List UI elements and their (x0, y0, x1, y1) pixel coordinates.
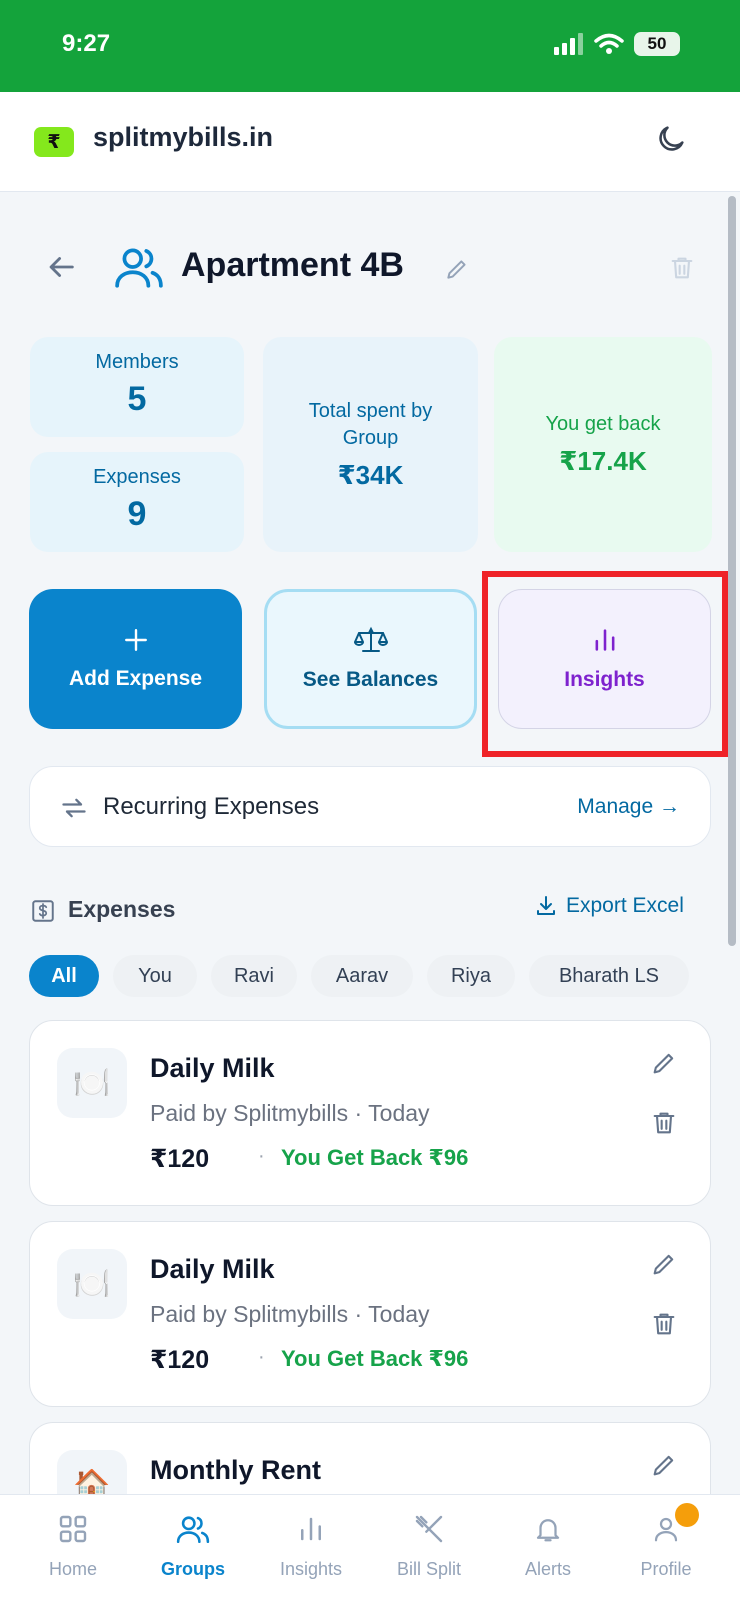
edit-expense-pencil-icon[interactable] (650, 1451, 678, 1479)
dollar-receipt-icon (32, 900, 54, 922)
plate-icon: 🍽️ (57, 1249, 127, 1319)
bell-icon (536, 1519, 560, 1542)
edit-expense-pencil-icon[interactable] (650, 1250, 678, 1278)
back-arrow-icon[interactable] (44, 250, 78, 284)
fork-knife-icon (415, 1515, 443, 1543)
edit-group-pencil-icon[interactable] (444, 256, 470, 282)
expense-title: Daily Milk (150, 1254, 275, 1284)
manage-recurring-link[interactable]: Manage → (577, 795, 680, 819)
filter-chip-aarav[interactable]: Aarav (311, 955, 413, 997)
member-filter-chips: All You Ravi Aarav Riya Bharath LS (29, 955, 689, 997)
plus-icon (124, 629, 147, 651)
scrollbar[interactable] (728, 196, 736, 946)
get-back-card: You get back ₹17.4K (494, 337, 712, 552)
filter-chip-bharath-ls[interactable]: Bharath LS (529, 955, 689, 997)
expense-status: You Get Back ₹96 (281, 1145, 469, 1170)
plate-icon: 🍽️ (57, 1048, 127, 1118)
expenses-count-label: Expenses (93, 466, 181, 488)
expense-amount: ₹120 (150, 1346, 210, 1374)
status-time: 9:27 (62, 30, 111, 57)
recurring-expenses-row[interactable]: Recurring Expenses Manage → (29, 766, 711, 847)
add-expense-label: Add Expense (68, 667, 203, 690)
see-balances-label: See Balances (302, 668, 439, 691)
export-excel-button[interactable]: Export Excel (534, 894, 684, 918)
app-logo[interactable]: ₹ (34, 127, 74, 157)
delete-expense-trash-icon[interactable] (650, 1109, 678, 1137)
nav-groups[interactable]: Groups (138, 1495, 248, 1600)
groups-icon (176, 1516, 210, 1544)
nav-alerts[interactable]: Alerts (493, 1495, 603, 1600)
sparkle-badge-icon (675, 1503, 699, 1527)
filter-chip-all[interactable]: All (29, 955, 99, 997)
nav-insights[interactable]: Insights (256, 1495, 366, 1600)
status-icons: 50 (554, 32, 680, 56)
nav-groups-label: Groups (160, 1559, 225, 1579)
expense-title: Monthly Rent (150, 1455, 321, 1485)
repeat-icon (62, 798, 86, 818)
bottom-navigation: Home Groups Insights Bill Split Alerts P… (0, 1494, 740, 1600)
delete-group-trash-icon[interactable] (668, 254, 696, 282)
total-spent-label: Total spent by Group (308, 400, 433, 449)
filter-chip-riya[interactable]: Riya (427, 955, 515, 997)
members-value: 5 (127, 380, 147, 418)
expense-subtitle: Paid by Splitmybills · Today (150, 1301, 430, 1327)
expense-title: Daily Milk (150, 1053, 275, 1083)
export-excel-label: Export Excel (566, 894, 684, 917)
signal-icon (554, 33, 583, 55)
site-name[interactable]: splitmybills.in (93, 122, 273, 153)
add-expense-button[interactable]: Add Expense (29, 589, 242, 729)
download-icon (537, 896, 555, 915)
nav-home[interactable]: Home (18, 1495, 128, 1600)
nav-bill-split[interactable]: Bill Split (374, 1495, 484, 1600)
nav-insights-label: Insights (279, 1559, 343, 1579)
nav-alerts-label: Alerts (524, 1559, 571, 1579)
see-balances-button[interactable]: See Balances (264, 589, 477, 729)
scale-balance-icon (353, 626, 388, 652)
members-stat-card[interactable]: Members 5 (30, 337, 244, 437)
recurring-expenses-label: Recurring Expenses (103, 793, 320, 820)
get-back-label: You get back (545, 412, 661, 435)
expenses-count-value: 9 (127, 495, 147, 533)
total-spent-value: ₹34K (337, 460, 404, 490)
group-title: Apartment 4B (181, 246, 404, 284)
filter-chip-you[interactable]: You (113, 955, 197, 997)
expense-amount: ₹120 (150, 1145, 210, 1173)
expense-card[interactable]: 🍽️ Daily Milk Paid by Splitmybills · Tod… (29, 1020, 711, 1206)
nav-home-label: Home (48, 1559, 97, 1579)
expense-status: You Get Back ₹96 (281, 1346, 469, 1371)
expense-card[interactable]: 🍽️ Daily Milk Paid by Splitmybills · Tod… (29, 1221, 711, 1407)
members-label: Members (95, 351, 179, 373)
nav-profile-label: Profile (640, 1559, 692, 1579)
battery-indicator: 50 (634, 32, 680, 56)
wifi-icon (594, 33, 624, 54)
expenses-stat-card: Expenses 9 (30, 452, 244, 552)
grid-home-icon (59, 1515, 87, 1543)
get-back-value: ₹17.4K (559, 445, 647, 476)
expense-subtitle: Paid by Splitmybills · Today (150, 1100, 430, 1126)
nav-bill-split-label: Bill Split (396, 1559, 462, 1579)
nav-profile[interactable]: Profile (611, 1495, 721, 1600)
dark-mode-moon-icon[interactable] (654, 122, 688, 156)
delete-expense-trash-icon[interactable] (650, 1310, 678, 1338)
total-spent-card: Total spent by Group ₹34K (263, 337, 478, 552)
filter-chip-ravi[interactable]: Ravi (211, 955, 297, 997)
status-bar: 9:27 50 (0, 0, 740, 92)
group-users-icon (115, 248, 163, 288)
insights-bar-icon (301, 1517, 321, 1541)
expenses-section-title: Expenses (68, 896, 176, 922)
edit-expense-pencil-icon[interactable] (650, 1049, 678, 1077)
app-header: ₹ splitmybills.in (0, 92, 740, 192)
insights-highlight-box (482, 571, 728, 757)
